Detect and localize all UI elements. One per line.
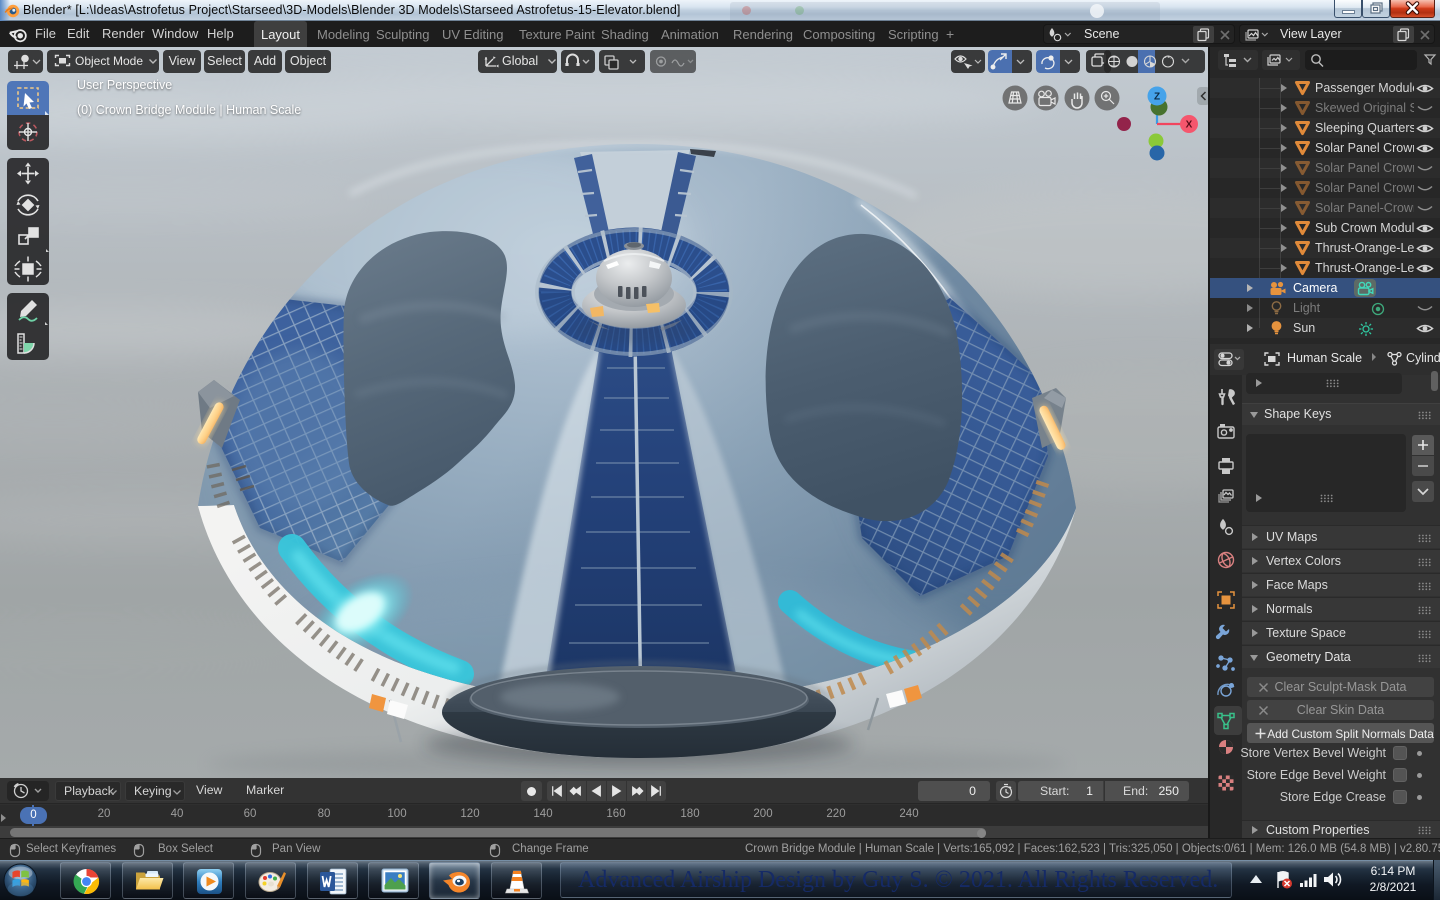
svg-text:Z: Z (1154, 92, 1160, 103)
svg-text:X: X (1186, 120, 1193, 131)
